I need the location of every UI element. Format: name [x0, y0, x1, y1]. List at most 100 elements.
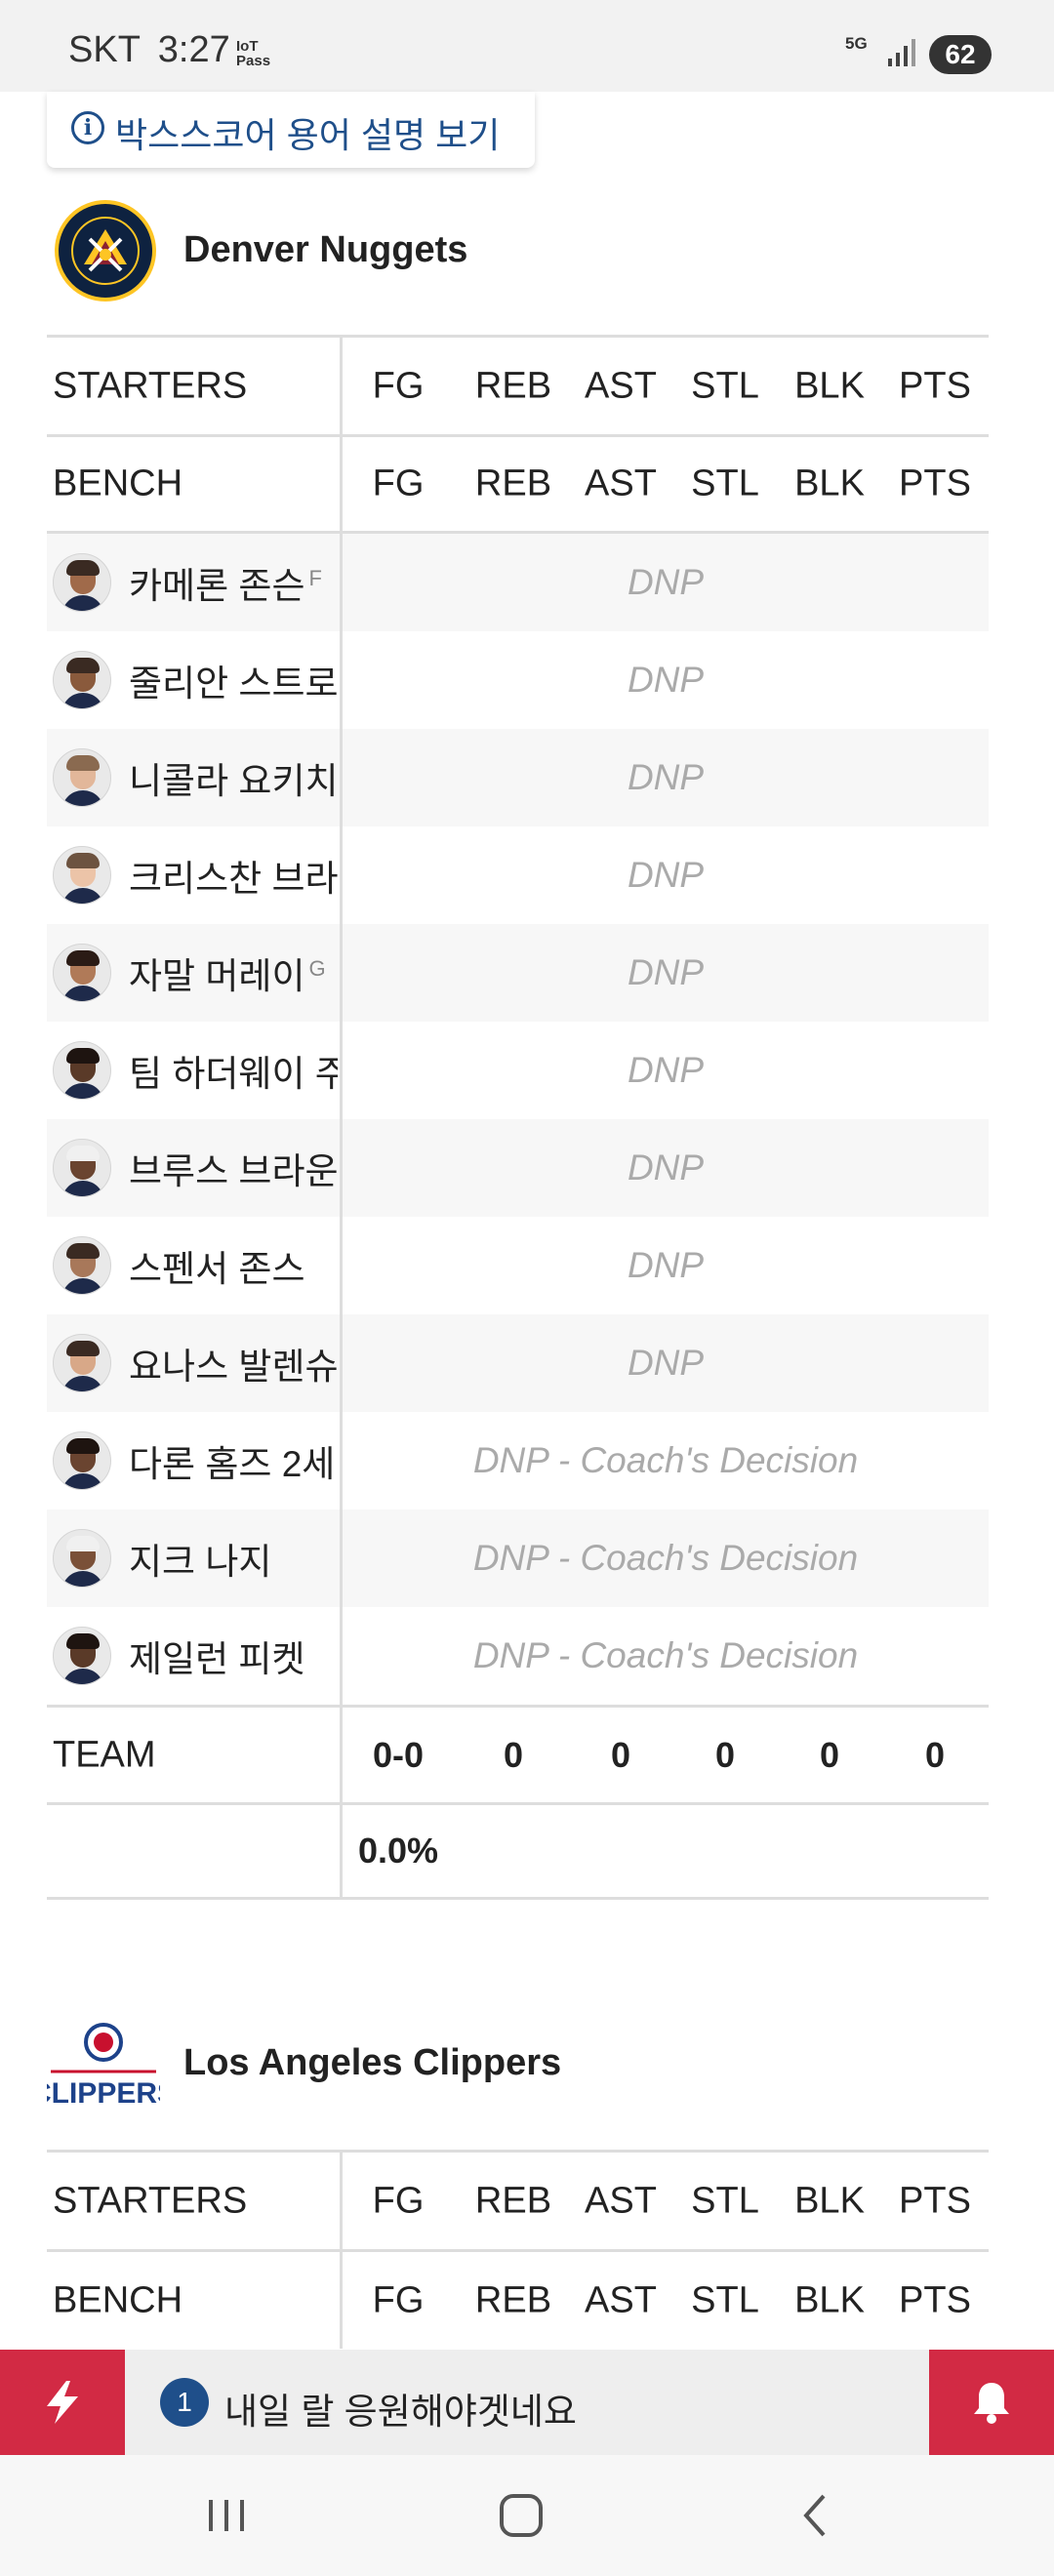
info-icon: i [71, 111, 104, 144]
column-fg[interactable]: FG [373, 2180, 425, 2222]
player-avatar [53, 1431, 111, 1490]
column-stl[interactable]: STL [691, 2279, 759, 2321]
player-avatar [53, 553, 111, 612]
player-status: DNP [627, 1245, 705, 1285]
player-name[interactable]: 요나스 발렌슈나스 [129, 1337, 338, 1389]
boxscore-table-clippers: STARTERS FG REB AST STL BLK PTS BENCH FG… [47, 2150, 989, 2349]
player-status: DNP [627, 1343, 705, 1383]
column-stl[interactable]: STL [691, 463, 759, 505]
column-ast[interactable]: AST [585, 463, 657, 505]
player-status: DNP - Coach's Decision [472, 1635, 859, 1675]
player-name[interactable]: 브루스 브라운 [129, 1142, 338, 1194]
back-icon[interactable] [785, 2484, 847, 2547]
player-name[interactable]: 스펜서 존스 [129, 1239, 338, 1292]
bell-icon [974, 2383, 1009, 2424]
clippers-wordmark: CLIPPERS [47, 2077, 160, 2110]
player-status: DNP - Coach's Decision [472, 1440, 859, 1480]
team-stl-total: 0 [714, 1734, 736, 1775]
iot-top-label: IoT [236, 38, 259, 55]
player-row[interactable]: 크리스찬 브라운 DNP [47, 826, 989, 924]
player-row[interactable]: 브루스 브라운 DNP [47, 1119, 989, 1217]
player-row[interactable]: 스펜서 존스 DNP [47, 1217, 989, 1314]
column-pts[interactable]: PTS [899, 2279, 971, 2321]
iot-pass-icon: IoT Pass [236, 39, 270, 68]
column-reb[interactable]: REB [475, 365, 551, 407]
player-name[interactable]: 팀 하더웨이 주니어 [129, 1044, 338, 1097]
boxscore-glossary-link[interactable]: i 박스스코어 용어 설명 보기 [47, 92, 535, 168]
notification-bell-button[interactable] [929, 2350, 1054, 2455]
column-ast[interactable]: AST [585, 2180, 657, 2222]
player-row[interactable]: 줄리안 스트로더 DNP [47, 631, 989, 729]
player-name[interactable]: 지크 나지 [129, 1532, 338, 1585]
column-stl[interactable]: STL [691, 365, 759, 407]
player-name[interactable]: 자말 머레이 G [129, 946, 338, 999]
player-row[interactable]: 요나스 발렌슈나스 DNP [47, 1314, 989, 1412]
player-status: DNP - Coach's Decision [472, 1538, 859, 1578]
column-blk[interactable]: BLK [794, 463, 865, 505]
player-name[interactable]: 크리스찬 브라운 [129, 849, 338, 902]
player-avatar [53, 1529, 111, 1588]
column-reb[interactable]: REB [475, 2279, 551, 2321]
status-bar: SKT 3:27 IoT Pass 5G 62 [0, 0, 1054, 92]
network-5g-icon: 5G [845, 34, 868, 53]
player-status: DNP [627, 1147, 705, 1187]
bench-label: BENCH [53, 2279, 183, 2320]
player-row[interactable]: 팀 하더웨이 주니어 DNP [47, 1022, 989, 1119]
notification-count-badge: 1 [160, 2378, 209, 2427]
player-avatar [53, 944, 111, 1002]
player-avatar [53, 1627, 111, 1685]
player-row[interactable]: 다론 홈즈 2세 DNP - Coach's Decision [47, 1412, 989, 1509]
bench-label: BENCH [53, 463, 183, 504]
column-pts[interactable]: PTS [899, 365, 971, 407]
player-avatar [53, 1041, 111, 1100]
column-ast[interactable]: AST [585, 2279, 657, 2321]
recents-icon[interactable] [195, 2484, 258, 2547]
column-fg[interactable]: FG [373, 2279, 425, 2321]
player-avatar [53, 846, 111, 905]
player-name[interactable]: 니콜라 요키치 [129, 751, 338, 804]
column-reb[interactable]: REB [475, 463, 551, 505]
team-ast-total: 0 [610, 1734, 631, 1775]
column-ast[interactable]: AST [585, 365, 657, 407]
player-status: DNP [627, 562, 705, 602]
column-blk[interactable]: BLK [794, 2180, 865, 2222]
notification-bar[interactable]: 1 내일 랄 응원해야겟네요 [0, 2350, 1054, 2455]
player-row[interactable]: 니콜라 요키치 DNP [47, 729, 989, 826]
team-header-denver: Denver Nuggets [47, 200, 1003, 307]
column-fg[interactable]: FG [373, 365, 425, 407]
signal-icon [888, 39, 915, 66]
team-name: Los Angeles Clippers [183, 2042, 562, 2083]
column-fg[interactable]: FG [373, 463, 425, 505]
la-clippers-logo: CLIPPERS [47, 2023, 160, 2110]
column-blk[interactable]: BLK [794, 2279, 865, 2321]
player-name[interactable]: 제일런 피켓 [129, 1630, 338, 1682]
quick-action-button[interactable] [0, 2350, 125, 2455]
player-row[interactable]: 지크 나지 DNP - Coach's Decision [47, 1509, 989, 1607]
battery-icon: 62 [929, 35, 992, 74]
column-blk[interactable]: BLK [794, 365, 865, 407]
column-stl[interactable]: STL [691, 2180, 759, 2222]
bench-header-row: BENCH FG REB AST STL BLK PTS [47, 434, 989, 534]
player-row[interactable]: 카메론 존슨 F DNP [47, 534, 989, 631]
team-fg-total: 0-0 [372, 1734, 425, 1775]
starters-header-row: STARTERS FG REB AST STL BLK PTS [47, 2150, 989, 2249]
player-avatar [53, 1236, 111, 1295]
glossary-link-label: 박스스코어 용어 설명 보기 [115, 115, 501, 155]
column-pts[interactable]: PTS [899, 2180, 971, 2222]
player-name[interactable]: 다론 홈즈 2세 [129, 1434, 338, 1487]
player-status: DNP [627, 952, 705, 992]
player-name[interactable]: 줄리안 스트로더 [129, 654, 338, 706]
position-tag: G [308, 955, 326, 981]
player-row[interactable]: 자말 머레이 G DNP [47, 924, 989, 1022]
team-name: Denver Nuggets [183, 229, 468, 270]
player-row[interactable]: 제일런 피켓 DNP - Coach's Decision [47, 1607, 989, 1705]
column-reb[interactable]: REB [475, 2180, 551, 2222]
team-totals-label: TEAM [53, 1734, 156, 1775]
notification-message[interactable]: 내일 랄 응원해야겟네요 [224, 2382, 577, 2435]
column-pts[interactable]: PTS [899, 463, 971, 505]
home-icon[interactable] [490, 2484, 552, 2547]
player-name[interactable]: 카메론 존슨 F [129, 556, 338, 609]
lightning-icon [47, 2381, 78, 2424]
bench-header-row: BENCH FG REB AST STL BLK PTS [47, 2249, 989, 2349]
carrier-label: SKT [68, 29, 141, 70]
